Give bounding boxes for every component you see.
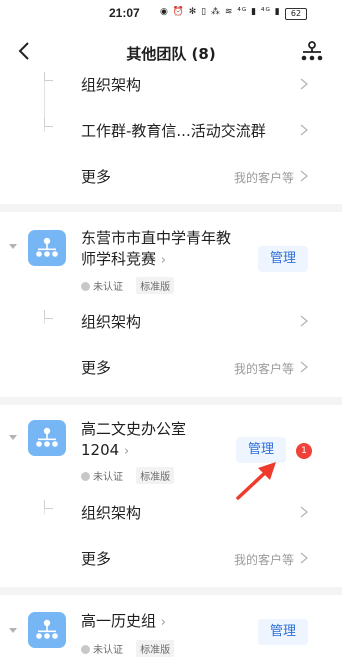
org-chart-icon	[36, 237, 58, 257]
org-chart-icon	[36, 427, 58, 447]
team-name[interactable]: 高二文史办公室 1204 ›	[81, 419, 186, 462]
tag-unverified: 未认证	[93, 472, 123, 483]
unverified-icon	[81, 472, 90, 481]
list-item-org-structure[interactable]: 组织架构	[0, 490, 342, 536]
tag-edition: 标准版	[136, 640, 175, 657]
collapse-caret-icon[interactable]	[9, 244, 17, 249]
status-bar: 21:07 ◉ ⏰ ✻ ▯ ⁂ ≋ ⁴ᴳ ▮ ⁴ᴳ ▮ 62	[0, 0, 342, 28]
team-name[interactable]: 东营市市直中学青年教 师学科竞赛 ›	[81, 228, 231, 271]
chevron-right-icon	[300, 506, 308, 518]
chevron-right-icon	[300, 361, 308, 373]
team-name-line: 1204	[81, 441, 120, 459]
row-label: 工作群-教育信...活动交流群	[81, 122, 266, 140]
row-hint: 我的客户等	[233, 553, 294, 567]
list-item-work-group[interactable]: 工作群-教育信...活动交流群	[0, 108, 342, 154]
team-avatar	[28, 230, 66, 266]
chevron-right-icon	[300, 315, 308, 327]
unverified-icon	[81, 282, 90, 291]
row-label: 组织架构	[81, 76, 142, 94]
org-chart-icon	[36, 619, 58, 639]
collapse-caret-icon[interactable]	[9, 435, 17, 440]
notification-badge: 1	[296, 443, 312, 459]
section-divider	[0, 397, 342, 405]
list-item-org-structure[interactable]: 组织架构	[0, 299, 342, 345]
team-name-line: 师学科竞赛	[81, 250, 157, 268]
list-item-org-structure[interactable]: 组织架构	[0, 62, 342, 108]
section-divider	[0, 587, 342, 595]
row-label: 更多	[81, 168, 112, 186]
chevron-right-icon: ›	[160, 615, 166, 630]
chevron-right-icon: ›	[160, 253, 166, 268]
chevron-right-icon	[300, 78, 308, 90]
manage-button[interactable]: 管理	[258, 246, 308, 272]
status-time: 21:07	[109, 6, 140, 20]
chevron-right-icon: ›	[123, 444, 130, 459]
chevron-right-icon	[300, 552, 308, 564]
row-hint: 我的客户等	[233, 171, 294, 185]
section-divider	[0, 204, 342, 212]
org-chart-icon[interactable]	[300, 40, 324, 64]
team-tags: 未认证 标准版	[81, 640, 175, 657]
team-name-line: 高二文史办公室	[81, 420, 187, 438]
tag-edition: 标准版	[136, 467, 175, 484]
row-label: 组织架构	[81, 313, 142, 331]
status-icons: ◉ ⏰ ✻ ▯ ⁂ ≋ ⁴ᴳ ▮ ⁴ᴳ ▮	[160, 7, 281, 17]
tag-unverified: 未认证	[93, 645, 123, 656]
team-avatar	[28, 612, 66, 648]
page-title: 其他团队 (8)	[126, 45, 216, 63]
team-name-line: 东营市市直中学青年教	[81, 229, 232, 247]
manage-button[interactable]: 管理	[258, 619, 308, 645]
tag-unverified: 未认证	[93, 282, 123, 293]
battery-icon: 62	[285, 8, 307, 20]
team-tags: 未认证 标准版	[81, 277, 175, 294]
team-avatar	[28, 420, 66, 456]
row-label: 更多	[81, 359, 112, 377]
list-item-more[interactable]: 更多 我的客户等	[0, 536, 342, 582]
chevron-right-icon	[300, 170, 308, 182]
row-label: 更多	[81, 550, 112, 568]
team-tags: 未认证 标准版	[81, 467, 175, 484]
chevron-right-icon	[300, 124, 308, 136]
team-name[interactable]: 高一历史组 ›	[81, 611, 166, 633]
tag-edition: 标准版	[136, 277, 175, 294]
team-name-line: 高一历史组	[81, 612, 157, 630]
row-hint: 我的客户等	[233, 362, 294, 376]
collapse-caret-icon[interactable]	[9, 628, 17, 633]
list-item-more[interactable]: 更多 我的客户等	[0, 345, 342, 391]
unverified-icon	[81, 645, 90, 654]
list-item-more[interactable]: 更多 我的客户等	[0, 154, 342, 200]
row-label: 组织架构	[81, 504, 142, 522]
